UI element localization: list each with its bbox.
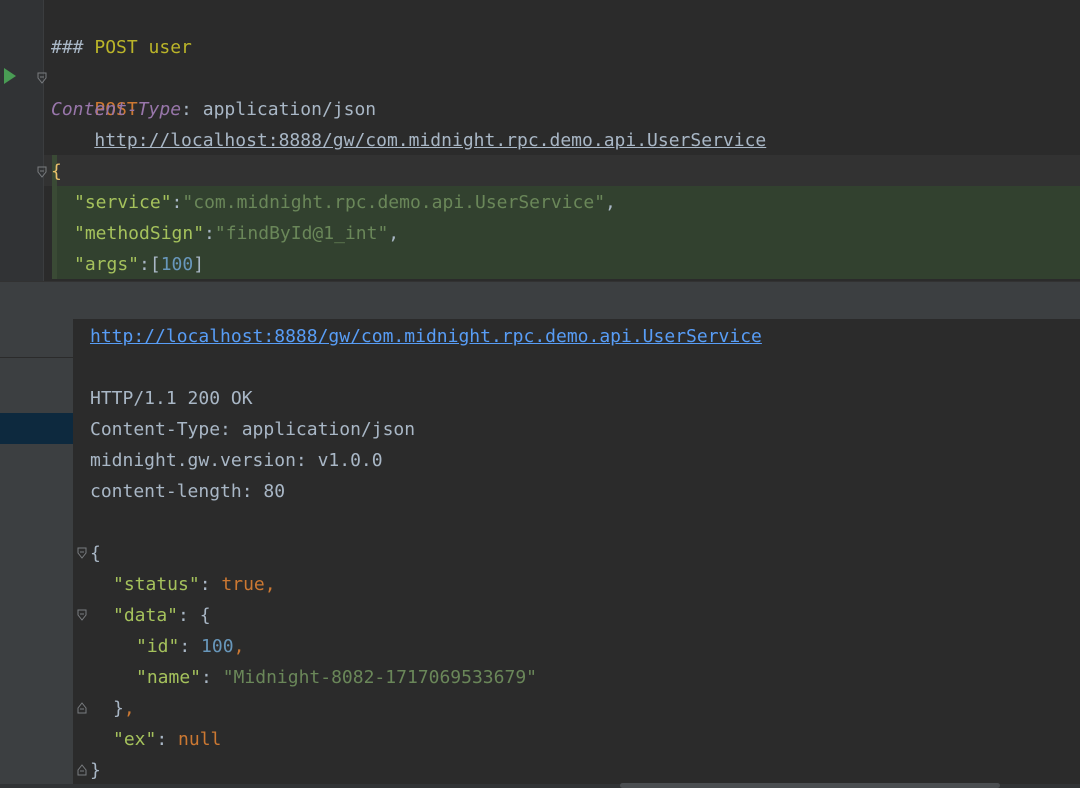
fold-end-icon[interactable] [77, 702, 87, 714]
response-json-data-close: }, [113, 698, 135, 719]
request-header: Content-Type: application/json [51, 94, 376, 125]
response-header-gw-version: midnight.gw.version: v1.0.0 [90, 450, 383, 471]
request-comment: ### POST user [51, 37, 192, 58]
response-json-open: { [90, 543, 101, 564]
response-json-ex: "ex": null [113, 729, 222, 750]
horizontal-scrollbar[interactable] [620, 783, 1000, 788]
request-line: POST http://localhost:8888/gw/com.midnig… [51, 63, 766, 151]
response-json-close: } [90, 760, 101, 781]
body-line-args: "args":[100] [74, 254, 205, 275]
body-line-service: "service":"com.midnight.rpc.demo.api.Use… [74, 192, 616, 213]
response-panel[interactable]: http://localhost:8888/gw/com.midnight.rp… [0, 319, 1080, 788]
request-url[interactable]: http://localhost:8888/gw/com.midnight.rp… [94, 130, 766, 151]
response-sidebar [0, 319, 73, 788]
fold-end-icon[interactable] [77, 764, 87, 776]
header-value: application/json [202, 99, 377, 120]
fold-icon[interactable] [77, 609, 87, 621]
brace-highlight [44, 155, 1080, 186]
header-sep: : [181, 99, 203, 120]
fold-icon[interactable] [37, 166, 47, 178]
panel-separator[interactable] [0, 281, 1080, 319]
gutter-divider [43, 0, 44, 281]
editor-gutter [0, 0, 43, 281]
response-json-data: "data": { [113, 605, 211, 626]
header-name: Content-Type [51, 99, 182, 120]
body-open-brace: { [51, 161, 62, 182]
fold-icon[interactable] [77, 547, 87, 559]
response-url[interactable]: http://localhost:8888/gw/com.midnight.rp… [90, 326, 762, 347]
run-request-icon[interactable] [4, 68, 16, 84]
response-json-id: "id": 100, [136, 636, 245, 657]
body-line-methodsign: "methodSign":"findById@1_int", [74, 223, 400, 244]
request-editor[interactable]: ### POST user POST http://localhost:8888… [0, 0, 1080, 281]
response-header-content-length: content-length: 80 [90, 481, 286, 502]
response-status-line: HTTP/1.1 200 OK [90, 388, 253, 409]
sidebar-row-divider [0, 357, 73, 358]
sidebar-selected-item[interactable] [0, 413, 73, 444]
response-json-name: "name": "Midnight-8082-1717069533679" [136, 667, 537, 688]
response-json-status: "status": true, [113, 574, 276, 595]
response-header-content-type: Content-Type: application/json [90, 419, 416, 440]
fold-icon[interactable] [37, 72, 47, 84]
